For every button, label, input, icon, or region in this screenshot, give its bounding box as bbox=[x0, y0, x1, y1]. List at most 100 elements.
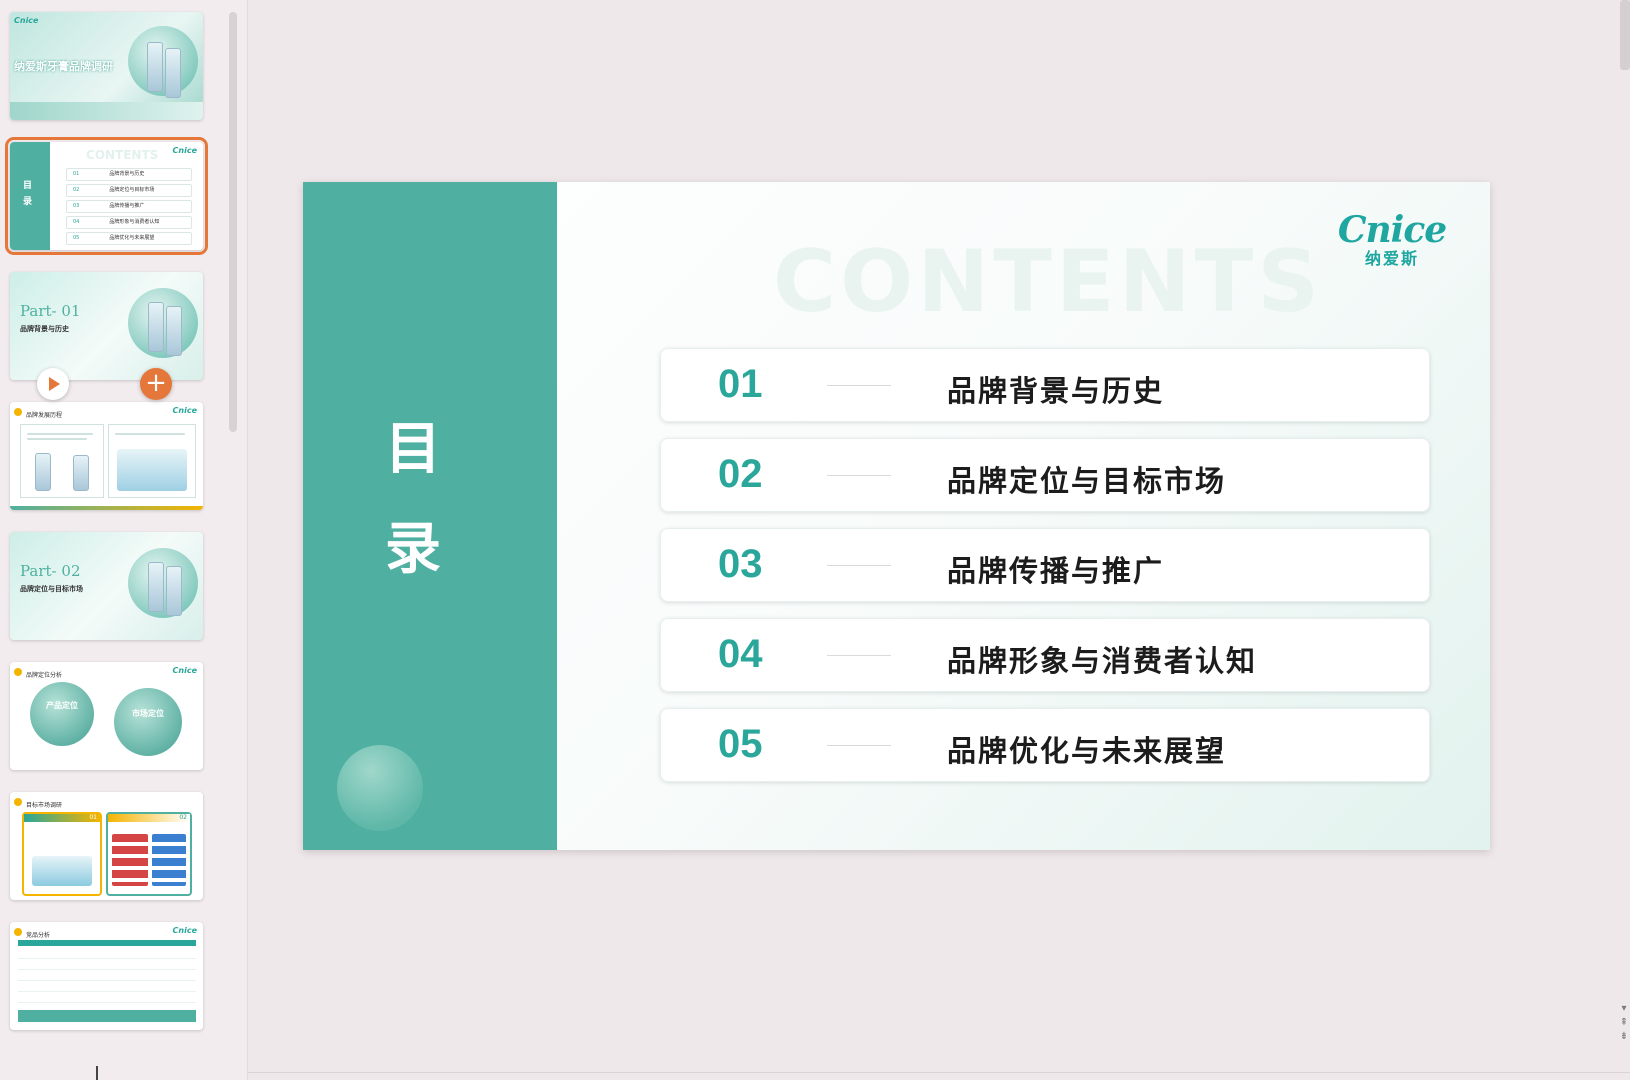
thumb-footer bbox=[10, 102, 203, 120]
logo-chinese: 纳爱斯 bbox=[1364, 249, 1419, 268]
title-marker-icon bbox=[14, 928, 22, 936]
thumb-toc-item: 05 品牌优化与未来展望 bbox=[66, 232, 192, 245]
page-navigation[interactable]: ▾ ⇞ ⇟ bbox=[1618, 1002, 1630, 1044]
thumb-watermark: CONTENTS bbox=[86, 148, 159, 162]
status-bar-divider bbox=[248, 1072, 1630, 1073]
product-image bbox=[152, 834, 186, 886]
thumb-side-char: 目 bbox=[23, 181, 33, 191]
thumb-subtitle: 品牌定位与目标市场 bbox=[20, 585, 83, 593]
slide-canvas[interactable]: 目 录 CONTENTS Cnice 纳爱斯 01 品牌背景与历史 02 品牌定… bbox=[303, 182, 1490, 850]
toothpaste-image bbox=[166, 306, 182, 356]
toc-divider bbox=[827, 475, 891, 476]
toc-label: 品牌背景与历史 bbox=[947, 374, 1165, 408]
thumb-toc-item: 02 品牌定位与目标市场 bbox=[66, 184, 192, 197]
chevron-down-icon[interactable]: ▾ bbox=[1618, 1002, 1630, 1016]
toc-divider bbox=[827, 655, 891, 656]
product-image bbox=[32, 856, 92, 886]
title-marker-icon bbox=[14, 408, 22, 416]
thumb-side-title: 目 录 bbox=[23, 178, 32, 210]
thumb-title: 品牌定位分析 bbox=[26, 672, 63, 679]
toc-item-4[interactable]: 04 品牌形象与消费者认知 bbox=[660, 618, 1430, 692]
toc-item-3[interactable]: 03 品牌传播与推广 bbox=[660, 528, 1430, 602]
logo-english: Cnice bbox=[1337, 209, 1447, 251]
thumb-toc-label: 品牌形象与消费者认知 bbox=[109, 219, 160, 225]
toc-item-2[interactable]: 02 品牌定位与目标市场 bbox=[660, 438, 1430, 512]
sidebar-title: 目 录 bbox=[303, 400, 523, 600]
thumb-toc-item: 04 品牌形象与消费者认知 bbox=[66, 216, 192, 229]
thumb-logo: Cnice bbox=[172, 146, 197, 155]
thumb-card-num: 01 bbox=[89, 814, 97, 821]
thumb-logo: Cnice bbox=[172, 666, 197, 675]
toc-number: 04 bbox=[718, 632, 763, 676]
slide-thumbnail-8[interactable]: 竞品分析 Cnice bbox=[10, 922, 203, 1030]
plus-icon[interactable]: + bbox=[140, 368, 172, 400]
watermark-text: CONTENTS bbox=[773, 232, 1324, 332]
play-icon[interactable] bbox=[37, 368, 69, 400]
thumb-card bbox=[20, 424, 104, 498]
thumb-bubble-label: 市场定位 bbox=[132, 709, 164, 718]
thumb-logo: Cnice bbox=[14, 16, 39, 25]
toc-label: 品牌传播与推广 bbox=[947, 554, 1165, 588]
toc-item-5[interactable]: 05 品牌优化与未来展望 bbox=[660, 708, 1430, 782]
toc-label: 品牌定位与目标市场 bbox=[947, 464, 1227, 498]
brand-logo: Cnice 纳爱斯 bbox=[1327, 210, 1457, 268]
toothpaste-image bbox=[35, 453, 51, 491]
thumb-logo: Cnice bbox=[172, 406, 197, 415]
thumbnail-scrollbar[interactable] bbox=[229, 12, 237, 432]
editor-scrollbar[interactable] bbox=[1620, 0, 1630, 70]
thumb-card: 01 bbox=[22, 812, 102, 896]
toc-number: 01 bbox=[718, 362, 763, 406]
thumb-toc-num: 05 bbox=[73, 235, 80, 241]
slide-thumbnail-1[interactable]: Cnice 纳爱斯牙膏品牌调研 bbox=[10, 12, 203, 120]
thumb-card bbox=[108, 424, 196, 498]
thumb-subtitle: 品牌背景与历史 bbox=[20, 325, 69, 333]
slide-thumbnail-7[interactable]: 目标市场调研 01 02 bbox=[10, 792, 203, 900]
thumb-toc-label: 品牌优化与未来展望 bbox=[109, 235, 155, 241]
toothpaste-image bbox=[166, 566, 182, 616]
thumb-text-line bbox=[115, 433, 185, 435]
previous-page-icon[interactable]: ⇞ bbox=[1618, 1016, 1630, 1030]
product-bubble bbox=[128, 26, 198, 96]
thumb-toc-num: 02 bbox=[73, 187, 80, 193]
toc-item-1[interactable]: 01 品牌背景与历史 bbox=[660, 348, 1430, 422]
slide-thumbnail-4[interactable]: 品牌发展历程 Cnice bbox=[10, 402, 203, 510]
thumb-toc-label: 品牌传播与推广 bbox=[109, 203, 145, 209]
thumb-bottom-bar bbox=[10, 506, 203, 510]
slide-thumbnail-5[interactable]: Part- 02 品牌定位与目标市场 bbox=[10, 532, 203, 640]
thumb-logo: Cnice bbox=[172, 926, 197, 935]
toc-number: 05 bbox=[718, 722, 763, 766]
thumb-toc-num: 01 bbox=[73, 171, 80, 177]
product-image bbox=[112, 834, 148, 886]
toothpaste-image bbox=[147, 42, 163, 92]
thumb-bubble: 产品定位 bbox=[30, 682, 94, 746]
title-marker-icon bbox=[14, 668, 22, 676]
insertion-cursor bbox=[96, 1066, 98, 1080]
slide-thumbnail-panel: Cnice 纳爱斯牙膏品牌调研 目 录 CONTENTS Cnice 01 品牌背… bbox=[0, 0, 248, 1080]
thumb-toc-item: 01 品牌背景与历史 bbox=[66, 168, 192, 181]
thumb-table-body bbox=[18, 948, 196, 1010]
toc-divider bbox=[827, 565, 891, 566]
thumb-text-line bbox=[27, 433, 93, 435]
toc-number: 03 bbox=[718, 542, 763, 586]
toc-label: 品牌形象与消费者认知 bbox=[947, 644, 1258, 678]
sidebar-title-char: 录 bbox=[385, 517, 441, 582]
next-page-icon[interactable]: ⇟ bbox=[1618, 1030, 1630, 1044]
slide-thumbnail-3[interactable]: Part- 01 品牌背景与历史 bbox=[10, 272, 203, 380]
slide-thumbnail-2[interactable]: 目 录 CONTENTS Cnice 01 品牌背景与历史 02 品牌定位与目标市场… bbox=[5, 137, 208, 255]
toothpaste-image bbox=[165, 48, 181, 98]
thumb-card: 02 bbox=[106, 812, 192, 896]
toc-number: 02 bbox=[718, 452, 763, 496]
product-image bbox=[117, 449, 187, 491]
toc-divider bbox=[827, 385, 891, 386]
thumb-table-footer bbox=[18, 1010, 196, 1022]
thumb-title: 竞品分析 bbox=[26, 932, 51, 939]
thumb-toc-list: 01 品牌背景与历史 02 品牌定位与目标市场 03 品牌传播与推广 04 品牌形象与消… bbox=[66, 168, 192, 248]
toc-label: 品牌优化与未来展望 bbox=[947, 734, 1227, 768]
thumb-sidebar: 目 录 bbox=[10, 142, 50, 250]
slide-thumbnail-6[interactable]: 品牌定位分析 Cnice 产品定位 市场定位 bbox=[10, 662, 203, 770]
thumb-part-label: Part- 01 bbox=[20, 302, 81, 320]
thumb-title: 目标市场调研 bbox=[26, 802, 63, 809]
thumb-card-num: 02 bbox=[179, 814, 187, 821]
thumb-card-header bbox=[108, 814, 190, 822]
toc-divider bbox=[827, 745, 891, 746]
